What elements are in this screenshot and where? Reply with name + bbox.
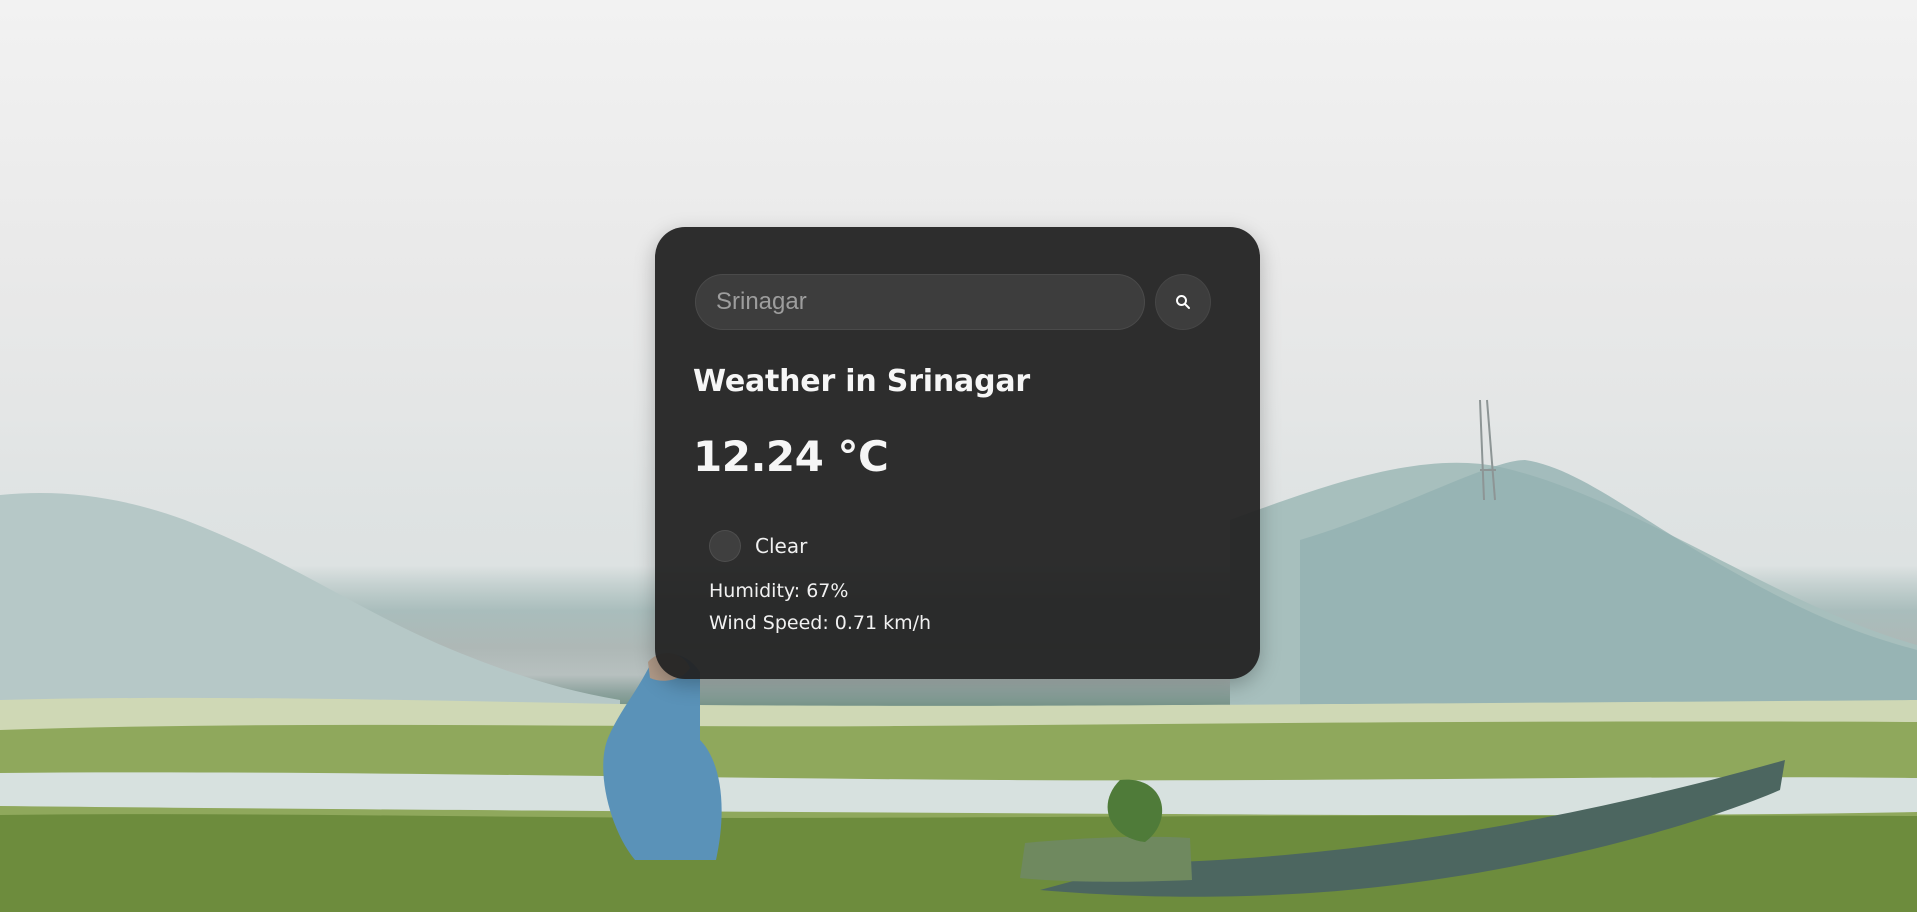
temperature: 12.24 °C (693, 432, 889, 481)
condition-label: Clear (755, 534, 808, 558)
search-icon (1174, 293, 1192, 311)
humidity: Humidity: 67% (709, 580, 849, 602)
weather-condition: Clear (709, 529, 807, 563)
city-search-input[interactable] (695, 274, 1145, 330)
weather-condition-icon (709, 530, 741, 562)
weather-card: Weather in Srinagar 12.24 °C Clear Humid… (655, 227, 1260, 679)
search-row (695, 274, 1213, 330)
search-button[interactable] (1155, 274, 1211, 330)
wind-speed: Wind Speed: 0.71 km/h (709, 612, 932, 634)
weather-title: Weather in Srinagar (693, 364, 1030, 399)
